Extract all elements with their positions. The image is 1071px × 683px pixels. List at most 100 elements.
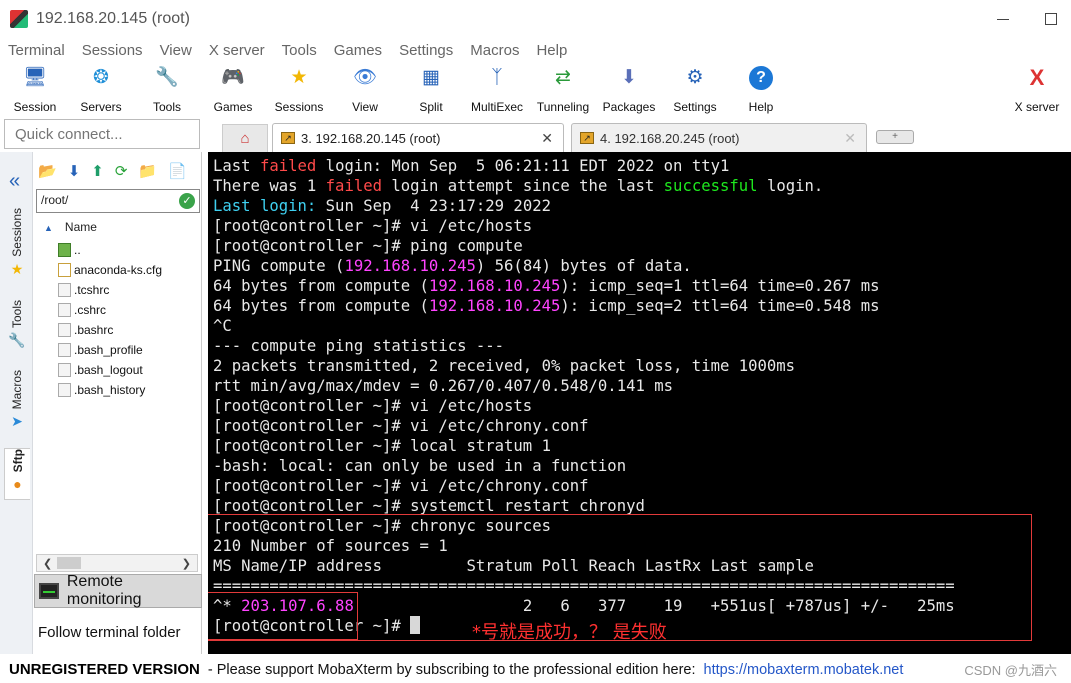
toolbar-packages-button[interactable]: ⬇ Packages [596, 66, 662, 114]
sftp-panel: 📂 ⬇ ⬆ ⟳ 📁 📄 /root/ ✓ ▲ Name .. anaconda-k… [34, 152, 202, 654]
file-item[interactable]: .bash_history [58, 380, 162, 400]
close-tab-icon[interactable]: ✕ [541, 130, 553, 147]
tab-session-3[interactable]: ↗ 3. 192.168.20.145 (root) ✕ [272, 123, 564, 152]
split-icon: ▦ [422, 67, 440, 88]
maximize-button[interactable] [1045, 13, 1057, 25]
menu-bar: Terminal Sessions View X server Tools Ga… [0, 38, 1071, 62]
menu-macros[interactable]: Macros [470, 42, 519, 59]
file-icon [58, 383, 71, 397]
side-dock: « Sessions ★ Tools 🔧 Macros ➤ Sftp ● [0, 152, 33, 654]
toolbar-settings-button[interactable]: ⚙ Settings [662, 66, 728, 114]
mobaxterm-link[interactable]: https://mobaxterm.mobatek.net [704, 662, 904, 678]
settings-icon: ⚙ [686, 67, 704, 88]
mobaxterm-logo-icon [10, 10, 28, 28]
help-icon: ? [749, 66, 773, 90]
packages-icon: ⬇ [621, 67, 637, 88]
unregistered-label: UNREGISTERED VERSION [9, 661, 200, 678]
menu-help[interactable]: Help [536, 42, 567, 59]
toolbar: 🖥 Session ❂ Servers 🔧 Tools 🎮 Games ★ Se… [0, 62, 1071, 116]
minimize-button[interactable] [997, 19, 1009, 20]
file-icon [58, 263, 71, 277]
side-tab-sftp[interactable]: Sftp ● [4, 448, 30, 500]
file-item[interactable]: .bash_logout [58, 360, 162, 380]
title-bar: 192.168.20.145 (root) [0, 0, 1071, 38]
file-item[interactable]: anaconda-ks.cfg [58, 260, 162, 280]
toolbar-session-button[interactable]: 🖥 Session [2, 66, 68, 114]
tunneling-icon: ⇄ [555, 67, 571, 88]
menu-view[interactable]: View [160, 42, 192, 59]
scroll-right-icon[interactable]: ❯ [182, 557, 191, 570]
servers-icon: ❂ [93, 67, 109, 88]
session-icon: 🖥 [22, 67, 48, 88]
menu-games[interactable]: Games [334, 42, 382, 59]
sftp-file-list: .. anaconda-ks.cfg .tcshrc .cshrc .bashr… [58, 240, 162, 400]
menu-settings[interactable]: Settings [399, 42, 453, 59]
file-item[interactable]: .tcshrc [58, 280, 162, 300]
toolbar-games-button[interactable]: 🎮 Games [200, 66, 266, 114]
sftp-path-field[interactable]: /root/ ✓ [36, 189, 200, 213]
toolbar-tools-button[interactable]: 🔧 Tools [134, 66, 200, 114]
collapse-sidebar-icon[interactable]: « [9, 170, 20, 193]
sessions-star-icon: ★ [290, 67, 308, 88]
file-item[interactable]: .bashrc [58, 320, 162, 340]
file-icon [58, 323, 71, 337]
xserver-icon: X [1029, 65, 1045, 90]
parent-folder-icon[interactable]: 📂 [38, 162, 57, 180]
file-item[interactable]: .bash_profile [58, 340, 162, 360]
toolbar-tunneling-button[interactable]: ⇄ Tunneling [530, 66, 596, 114]
download-icon[interactable]: ⬇ [68, 162, 81, 180]
macro-plane-icon: ➤ [11, 413, 23, 430]
toolbar-multiexec-button[interactable]: ᛉ MultiExec [464, 66, 530, 114]
quick-connect-input[interactable] [4, 119, 200, 149]
view-icon: 👁 [352, 67, 378, 88]
sort-asc-icon: ▲ [44, 223, 53, 233]
menu-tools[interactable]: Tools [282, 42, 317, 59]
path-ok-icon[interactable]: ✓ [179, 193, 195, 209]
refresh-icon[interactable]: ⟳ [115, 162, 128, 180]
side-tab-tools[interactable]: Tools 🔧 [4, 300, 30, 349]
monitor-icon [39, 583, 59, 599]
terminal-tab-icon: ↗ [580, 132, 594, 144]
games-icon: 🎮 [221, 67, 245, 88]
file-icon [58, 363, 71, 377]
home-icon: ⌂ [240, 130, 250, 147]
file-icon [58, 283, 71, 297]
scrollbar-thumb[interactable] [57, 557, 81, 569]
toolbar-help-button[interactable]: ? Help [728, 66, 794, 114]
new-file-icon[interactable]: 📄 [168, 162, 187, 180]
home-tab[interactable]: ⌂ [222, 124, 268, 152]
menu-x-server[interactable]: X server [209, 42, 265, 59]
tools-icon: 🔧 [155, 67, 179, 88]
toolbar-xserver-button[interactable]: X X server [1004, 65, 1070, 115]
annotation-note: *号就是成功，？ 是失败 [472, 622, 667, 643]
new-tab-button[interactable]: + [876, 130, 914, 144]
file-item[interactable]: .cshrc [58, 300, 162, 320]
file-icon [58, 303, 71, 317]
sftp-icon: ● [13, 476, 22, 493]
remote-monitoring-button[interactable]: Remote monitoring [34, 573, 202, 608]
menu-terminal[interactable]: Terminal [8, 42, 65, 59]
new-folder-icon[interactable]: 📁 [138, 162, 157, 180]
upload-icon[interactable]: ⬆ [91, 162, 104, 180]
name-column-header[interactable]: ▲ Name [44, 220, 97, 234]
tab-session-4[interactable]: ↗ 4. 192.168.20.245 (root) ✕ [571, 123, 867, 152]
tab-strip: ⌂ ↗ 3. 192.168.20.145 (root) ✕ ↗ 4. 192.… [208, 120, 1071, 152]
close-tab-icon[interactable]: ✕ [844, 130, 856, 147]
horizontal-scrollbar[interactable]: ❮ ❯ [36, 554, 198, 572]
toolbar-view-button[interactable]: 👁 View [332, 66, 398, 114]
parent-folder-icon [58, 243, 71, 257]
terminal-output[interactable]: Last failed login: Mon Sep 5 06:21:11 ED… [208, 152, 1071, 654]
file-icon [58, 343, 71, 357]
support-message: - Please support MobaXterm by subscribin… [207, 661, 696, 678]
menu-sessions[interactable]: Sessions [82, 42, 143, 59]
scroll-left-icon[interactable]: ❮ [43, 557, 52, 570]
toolbar-sessions-button[interactable]: ★ Sessions [266, 66, 332, 114]
follow-terminal-folder-checkbox[interactable]: Follow terminal folder [38, 624, 181, 641]
terminal-tab-icon: ↗ [281, 132, 295, 144]
file-item[interactable]: .. [58, 240, 162, 260]
toolbar-servers-button[interactable]: ❂ Servers [68, 66, 134, 114]
toolbar-split-button[interactable]: ▦ Split [398, 66, 464, 114]
status-bar: UNREGISTERED VERSION - Please support Mo… [0, 656, 1071, 683]
side-tab-sessions[interactable]: Sessions ★ [4, 208, 30, 278]
side-tab-macros[interactable]: Macros ➤ [4, 370, 30, 430]
